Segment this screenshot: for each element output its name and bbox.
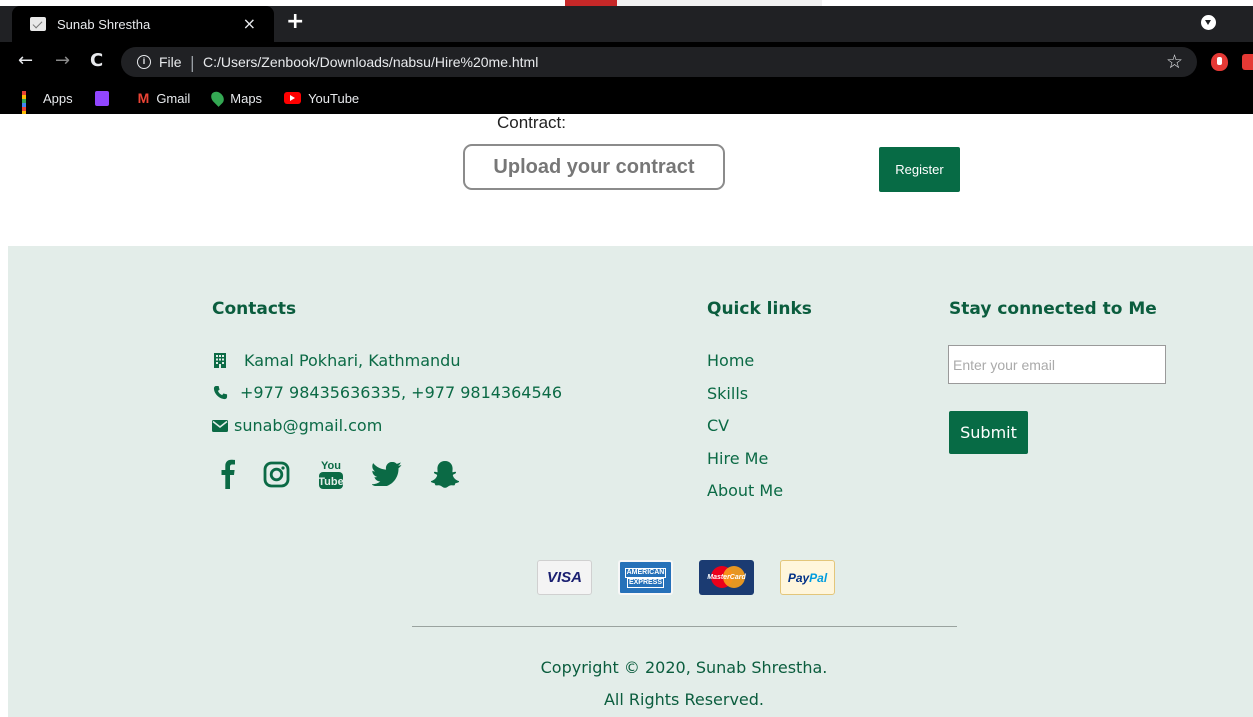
page-content: Contract: Upload your contract Register … <box>0 113 1253 717</box>
bookmark-maps[interactable]: Maps <box>208 89 263 107</box>
bookmark-label: Apps <box>43 90 73 106</box>
tab-title: Sunab Shrestha <box>57 16 151 32</box>
browser-tab[interactable]: Sunab Shrestha × <box>12 6 274 42</box>
url-separator: | <box>189 52 195 72</box>
twitter-icon[interactable] <box>372 462 402 486</box>
contact-phone: +977 98435636335, +977 9814364546 <box>212 383 562 402</box>
bookmarks-bar: Apps M Gmail Maps YouTube <box>0 82 1253 127</box>
mastercard-label: MasterCard <box>707 574 746 581</box>
tab-search-icon[interactable] <box>1201 15 1216 30</box>
window-strip-gap <box>617 0 822 6</box>
bookmark-twitch[interactable] <box>94 90 116 106</box>
new-tab-button[interactable]: + <box>286 10 304 34</box>
gmail-icon: M <box>137 90 150 106</box>
facebook-icon[interactable] <box>221 459 235 489</box>
amex-line-2: EXPRESS <box>626 577 665 588</box>
snapchat-icon[interactable] <box>430 460 460 488</box>
site-info-icon[interactable]: i <box>137 55 151 69</box>
newsletter-submit-button[interactable]: Submit <box>949 411 1028 454</box>
visa-card-icon: VISA <box>537 560 592 595</box>
url-text[interactable]: C:/Users/Zenbook/Downloads/nabsu/Hire%20… <box>203 54 1166 70</box>
address-bar[interactable]: i File | C:/Users/Zenbook/Downloads/nabs… <box>121 47 1197 77</box>
tab-close-icon[interactable]: × <box>243 16 256 32</box>
upload-contract-button[interactable]: Upload your contract <box>463 144 725 190</box>
twitch-icon <box>94 90 109 106</box>
forward-arrow-icon[interactable]: → <box>55 50 70 72</box>
bookmark-label: Maps <box>230 90 263 106</box>
bookmark-gmail[interactable]: M Gmail <box>138 90 191 106</box>
phone-icon <box>212 385 228 400</box>
reload-icon[interactable]: C <box>90 50 103 72</box>
paypal-icon: Pay Pal <box>780 560 835 595</box>
quick-links-heading: Quick links <box>707 299 812 319</box>
contract-label: Contract: <box>497 113 566 132</box>
contacts-heading: Contacts <box>212 299 297 319</box>
copyright-block: Copyright © 2020, Sunab Shrestha. All Ri… <box>8 658 1253 717</box>
register-button[interactable]: Register <box>879 147 960 192</box>
extension-icon[interactable] <box>1242 54 1253 70</box>
youtube-icon[interactable]: You Tube <box>318 458 344 490</box>
quick-link-cv[interactable]: CV <box>707 416 783 449</box>
quick-link-skills[interactable]: Skills <box>707 384 783 417</box>
paypal-part-1: Pay <box>787 570 810 585</box>
building-icon <box>212 353 228 368</box>
quick-link-home[interactable]: Home <box>707 351 783 384</box>
stay-connected-heading: Stay connected to Me <box>949 299 1157 319</box>
apps-grid-icon <box>22 91 36 127</box>
youtube-icon <box>284 92 302 104</box>
mastercard-icon: MasterCard <box>699 560 754 595</box>
amex-card-icon: AMERICAN EXPRESS <box>618 560 673 595</box>
back-arrow-icon[interactable]: ← <box>18 50 33 72</box>
page-favicon-icon <box>30 17 46 31</box>
paypal-part-2: Pal <box>809 570 828 585</box>
newsletter-email-input[interactable] <box>948 345 1166 384</box>
extension-adblock-icon[interactable] <box>1211 53 1228 71</box>
quick-links-list: Home Skills CV Hire Me About Me <box>707 351 783 514</box>
copyright-line-1: Copyright © 2020, Sunab Shrestha. <box>540 658 828 677</box>
bookmark-label: Gmail <box>156 90 191 106</box>
contact-address: Kamal Pokhari, Kathmandu <box>212 351 460 370</box>
contact-email-text[interactable]: sunab@gmail.com <box>234 416 382 435</box>
bookmark-star-icon[interactable]: ☆ <box>1166 51 1183 73</box>
quick-link-hire-me[interactable]: Hire Me <box>707 449 783 482</box>
envelope-icon <box>212 419 228 432</box>
payment-methods: VISA AMERICAN EXPRESS MasterCard Pay Pal <box>537 560 861 595</box>
contact-email: sunab@gmail.com <box>212 416 382 435</box>
browser-toolbar: ← → C i File | C:/Users/Zenbook/Download… <box>0 42 1253 82</box>
bookmark-apps[interactable]: Apps <box>22 90 73 127</box>
amex-line-1: AMERICAN <box>624 567 667 578</box>
svg-text:Tube: Tube <box>318 476 343 488</box>
bookmark-youtube[interactable]: YouTube <box>284 91 359 106</box>
contact-address-text: Kamal Pokhari, Kathmandu <box>244 351 461 370</box>
quick-link-about-me[interactable]: About Me <box>707 481 783 514</box>
window-strip-accent <box>565 0 617 6</box>
browser-tab-strip: Sunab Shrestha × + <box>0 0 1253 42</box>
bookmark-label: YouTube <box>308 90 360 106</box>
contact-phone-text: +977 98435636335, +977 9814364546 <box>240 383 563 402</box>
footer-divider <box>412 626 957 627</box>
site-footer: Contacts Kamal Pokhari, Kathmandu +977 9… <box>8 246 1253 717</box>
social-icons: You Tube <box>221 458 488 490</box>
url-scheme-label: File <box>159 54 182 70</box>
maps-pin-icon <box>208 89 227 107</box>
instagram-icon[interactable] <box>263 461 290 488</box>
svg-text:You: You <box>321 460 341 472</box>
copyright-line-2: All Rights Reserved. <box>603 690 765 709</box>
